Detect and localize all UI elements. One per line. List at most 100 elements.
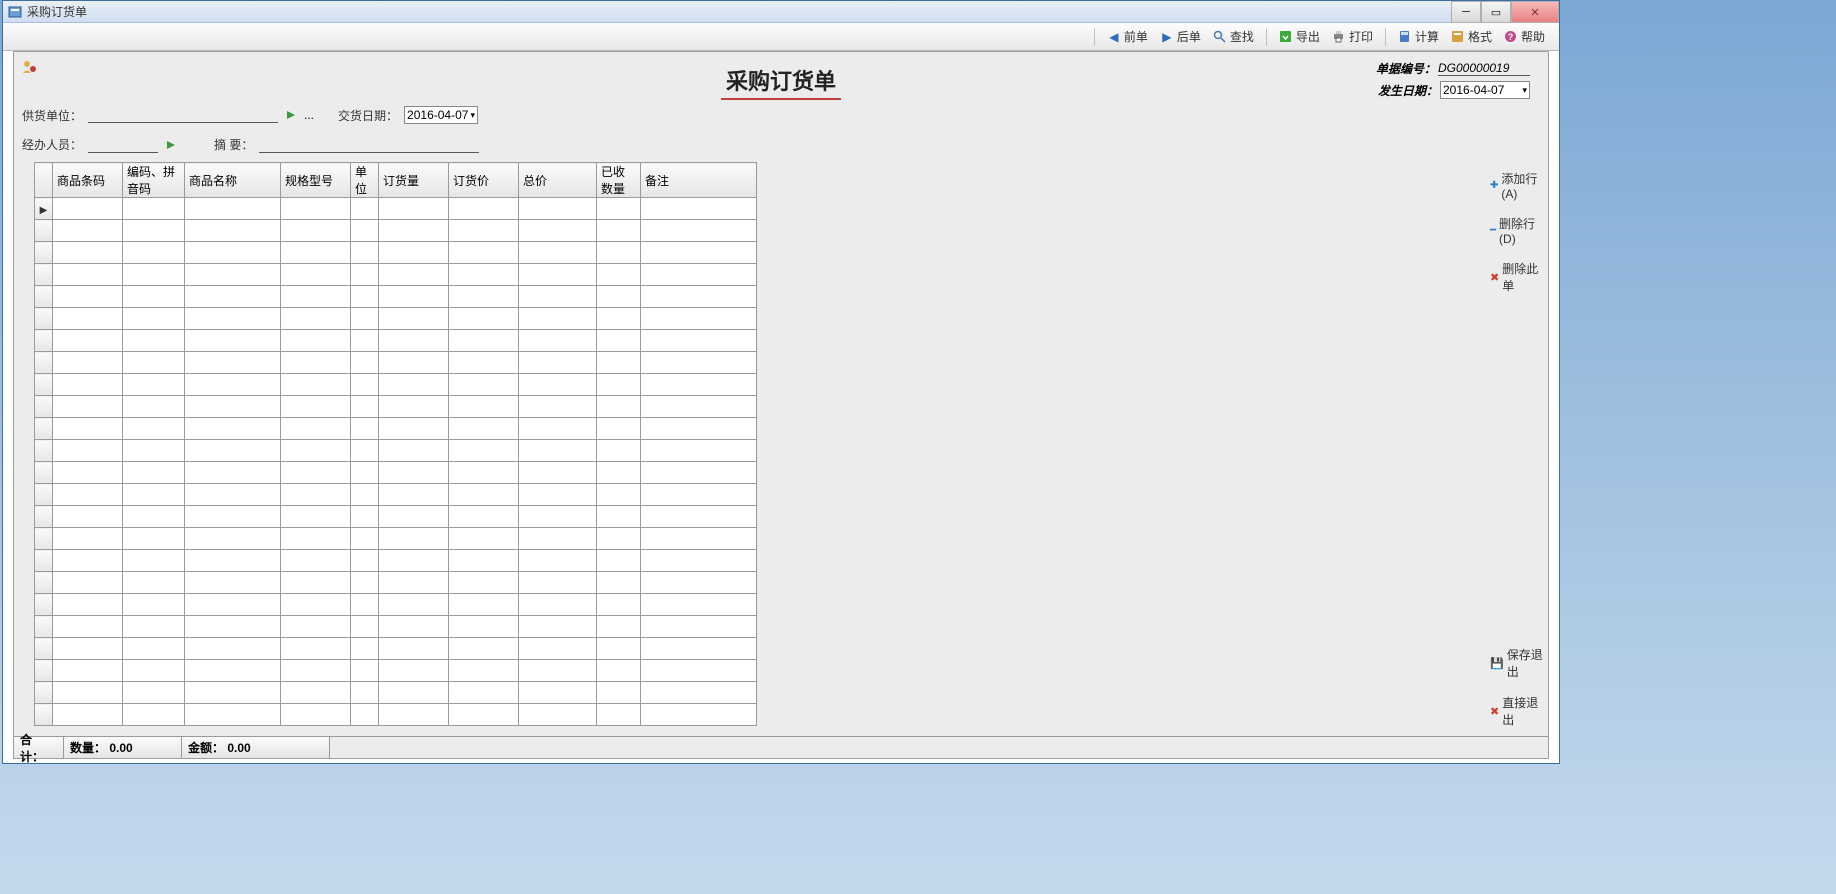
grid-cell[interactable] — [597, 440, 641, 462]
grid-cell[interactable] — [123, 198, 185, 220]
grid-cell[interactable] — [53, 638, 123, 660]
grid-cell[interactable] — [641, 638, 757, 660]
find-button[interactable]: 查找 — [1209, 26, 1258, 47]
grid-cell[interactable] — [379, 484, 449, 506]
grid-cell[interactable] — [449, 396, 519, 418]
handler-input[interactable] — [88, 137, 158, 153]
grid-cell[interactable] — [519, 352, 597, 374]
grid-cell[interactable] — [597, 330, 641, 352]
grid-cell[interactable] — [123, 308, 185, 330]
grid-cell[interactable] — [597, 418, 641, 440]
grid-cell[interactable] — [597, 528, 641, 550]
grid-cell[interactable] — [281, 638, 351, 660]
grid-cell[interactable] — [379, 330, 449, 352]
grid-cell[interactable] — [449, 704, 519, 726]
grid-cell[interactable] — [379, 506, 449, 528]
grid-cell[interactable] — [641, 616, 757, 638]
grid-cell[interactable] — [281, 660, 351, 682]
grid-cell[interactable] — [281, 572, 351, 594]
row-header[interactable] — [35, 352, 53, 374]
grid-cell[interactable] — [53, 374, 123, 396]
grid-cell[interactable] — [53, 506, 123, 528]
col-header[interactable]: 总价 — [519, 163, 597, 198]
col-header[interactable]: 商品条码 — [53, 163, 123, 198]
grid-cell[interactable] — [519, 220, 597, 242]
grid-cell[interactable] — [123, 242, 185, 264]
grid-cell[interactable] — [519, 660, 597, 682]
grid-cell[interactable] — [281, 264, 351, 286]
col-header[interactable]: 订货价 — [449, 163, 519, 198]
grid-cell[interactable] — [449, 330, 519, 352]
grid-cell[interactable] — [185, 572, 281, 594]
grid-cell[interactable] — [597, 484, 641, 506]
col-header[interactable]: 订货量 — [379, 163, 449, 198]
grid-cell[interactable] — [641, 528, 757, 550]
grid-cell[interactable] — [519, 396, 597, 418]
grid-cell[interactable] — [519, 462, 597, 484]
grid-cell[interactable] — [53, 440, 123, 462]
grid-cell[interactable] — [185, 660, 281, 682]
grid-cell[interactable] — [123, 594, 185, 616]
grid-cell[interactable] — [641, 396, 757, 418]
grid-cell[interactable] — [123, 330, 185, 352]
grid-cell[interactable] — [641, 220, 757, 242]
grid-cell[interactable] — [449, 506, 519, 528]
grid-cell[interactable] — [379, 682, 449, 704]
grid-cell[interactable] — [185, 330, 281, 352]
grid-cell[interactable] — [597, 572, 641, 594]
grid-cell[interactable] — [53, 572, 123, 594]
grid-cell[interactable] — [597, 550, 641, 572]
grid-cell[interactable] — [281, 220, 351, 242]
grid-cell[interactable] — [379, 638, 449, 660]
table-row[interactable] — [35, 550, 757, 572]
table-row[interactable] — [35, 594, 757, 616]
grid-cell[interactable] — [53, 220, 123, 242]
grid-cell[interactable] — [123, 638, 185, 660]
grid-cell[interactable] — [281, 462, 351, 484]
grid-cell[interactable] — [281, 506, 351, 528]
grid-cell[interactable] — [185, 264, 281, 286]
grid-cell[interactable] — [641, 374, 757, 396]
grid-cell[interactable] — [379, 374, 449, 396]
grid-cell[interactable] — [185, 352, 281, 374]
grid-cell[interactable] — [281, 286, 351, 308]
grid-cell[interactable] — [281, 308, 351, 330]
supplier-lookup-icon[interactable] — [284, 108, 298, 122]
grid-cell[interactable] — [53, 616, 123, 638]
grid-cell[interactable] — [185, 638, 281, 660]
summary-input[interactable] — [259, 137, 479, 153]
grid-cell[interactable] — [185, 528, 281, 550]
grid-cell[interactable] — [123, 220, 185, 242]
table-row[interactable] — [35, 374, 757, 396]
grid-cell[interactable] — [351, 506, 379, 528]
grid-cell[interactable] — [597, 660, 641, 682]
grid-cell[interactable] — [281, 704, 351, 726]
grid-cell[interactable] — [449, 616, 519, 638]
grid-cell[interactable] — [597, 286, 641, 308]
table-row[interactable] — [35, 616, 757, 638]
table-row[interactable] — [35, 572, 757, 594]
grid-cell[interactable] — [185, 418, 281, 440]
grid-cell[interactable] — [123, 528, 185, 550]
add-row-button[interactable]: ✚ 添加行(A) — [1490, 170, 1544, 201]
grid-cell[interactable] — [449, 638, 519, 660]
grid-cell[interactable] — [351, 198, 379, 220]
order-grid[interactable]: 商品条码编码、拼音码商品名称规格型号单位订货量订货价总价已收数量备注▶ — [34, 162, 757, 726]
row-header[interactable] — [35, 550, 53, 572]
row-header[interactable] — [35, 660, 53, 682]
grid-cell[interactable] — [53, 396, 123, 418]
table-row[interactable] — [35, 242, 757, 264]
grid-cell[interactable] — [641, 440, 757, 462]
grid-cell[interactable] — [123, 550, 185, 572]
grid-cell[interactable] — [597, 506, 641, 528]
grid-cell[interactable] — [351, 616, 379, 638]
grid-cell[interactable] — [53, 528, 123, 550]
grid-cell[interactable] — [123, 396, 185, 418]
grid-cell[interactable] — [519, 198, 597, 220]
grid-cell[interactable] — [281, 242, 351, 264]
grid-cell[interactable] — [185, 286, 281, 308]
grid-cell[interactable] — [597, 264, 641, 286]
grid-cell[interactable] — [641, 330, 757, 352]
grid-cell[interactable] — [281, 550, 351, 572]
table-row[interactable] — [35, 484, 757, 506]
